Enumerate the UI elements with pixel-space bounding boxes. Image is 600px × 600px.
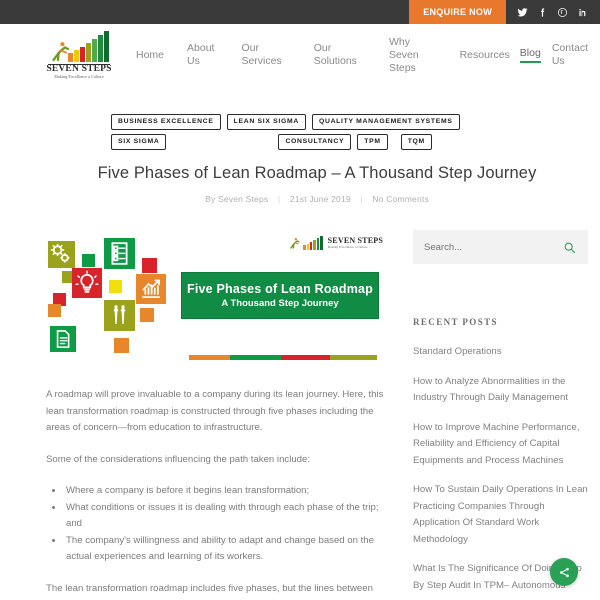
page-title: Five Phases of Lean Roadmap – A Thousand… bbox=[97, 164, 537, 182]
stripe-orange bbox=[189, 355, 231, 360]
featured-image-logo: SEVEN STEPS Making Excellence a Culture bbox=[289, 236, 383, 250]
nav-item-home[interactable]: Home bbox=[136, 49, 164, 62]
enquire-now-button[interactable]: ENQUIRE NOW bbox=[409, 0, 506, 24]
runner-icon bbox=[52, 42, 70, 62]
article-column: SEVEN STEPS Making Excellence a Culture … bbox=[46, 230, 396, 600]
mosaic-tile-orange-small-2 bbox=[140, 308, 154, 322]
list-item[interactable]: How to Improve Machine Performance, Reli… bbox=[413, 420, 588, 470]
mosaic-tile-yellow-small bbox=[109, 280, 122, 293]
banner-title: Five Phases of Lean Roadmap bbox=[186, 282, 373, 296]
mosaic-tile-checklist bbox=[104, 238, 135, 269]
nav-item-why-seven-steps[interactable]: Why Seven Steps bbox=[389, 36, 422, 75]
share-floating-button[interactable] bbox=[550, 558, 578, 586]
post-author: By Seven Steps bbox=[205, 194, 269, 204]
mosaic-tile-red-small-2 bbox=[142, 258, 157, 273]
tag-lean-six-sigma[interactable]: LEAN SIX SIGMA bbox=[226, 114, 306, 130]
tag-six-sigma[interactable]: SIX SIGMA bbox=[111, 134, 167, 150]
icon-mosaic bbox=[48, 238, 168, 360]
mosaic-tile-tools bbox=[104, 300, 135, 331]
stripe-green bbox=[230, 355, 282, 360]
search-icon[interactable] bbox=[561, 239, 577, 255]
post-date: 21st June 2019 bbox=[289, 194, 351, 204]
nav-item-our-services[interactable]: Our Services bbox=[241, 42, 281, 68]
article-paragraph-3: The lean transformation roadmap includes… bbox=[46, 582, 373, 600]
nav-item-our-solutions[interactable]: Our Solutions bbox=[314, 42, 357, 68]
social-links bbox=[506, 0, 600, 24]
nav-item-contact-us[interactable]: Contact Us bbox=[552, 42, 588, 68]
banner-subtitle: A Thousand Step Journey bbox=[221, 298, 339, 309]
search-input[interactable] bbox=[424, 241, 561, 253]
featured-logo-tagline: Making Excellence a Culture bbox=[327, 245, 368, 249]
twitter-icon[interactable] bbox=[512, 0, 532, 24]
pinterest-icon[interactable] bbox=[552, 0, 572, 24]
tag-quality-management-systems[interactable]: QUALITY MANAGEMENT SYSTEMS bbox=[311, 114, 460, 130]
byline-separator-1: | bbox=[277, 194, 281, 204]
mosaic-tile-orange-small bbox=[48, 304, 61, 317]
recent-posts-list: Standard Operations How to Analyze Abnor… bbox=[413, 344, 588, 594]
mosaic-tile-gears bbox=[48, 241, 75, 268]
banner-stripes bbox=[189, 355, 377, 360]
mosaic-tile-bulb bbox=[72, 268, 102, 298]
main-layout: SEVEN STEPS Making Excellence a Culture … bbox=[46, 230, 588, 600]
article-body: A roadmap will prove invaluable to a com… bbox=[46, 387, 391, 600]
article-bullet-list: Where a company is before it begins lean… bbox=[64, 483, 391, 566]
site-logo[interactable]: SEVEN STEPS Making Excellence a Culture bbox=[46, 31, 112, 79]
list-item: The company's willingness and ability to… bbox=[64, 533, 391, 566]
list-item[interactable]: Standard Operations bbox=[413, 344, 588, 361]
mosaic-tile-orange-small-3 bbox=[114, 338, 129, 353]
facebook-icon[interactable] bbox=[532, 0, 552, 24]
page-content: BUSINESS EXCELLENCE LEAN SIX SIGMA QUALI… bbox=[0, 86, 600, 600]
featured-image-banner: Five Phases of Lean Roadmap A Thousand S… bbox=[181, 272, 379, 319]
featured-image: SEVEN STEPS Making Excellence a Culture … bbox=[46, 230, 391, 365]
list-item: Where a company is before it begins lean… bbox=[64, 483, 391, 500]
logo-name: SEVEN STEPS bbox=[46, 64, 112, 74]
top-utility-bar: ENQUIRE NOW bbox=[0, 0, 600, 24]
featured-logo-bars bbox=[303, 236, 323, 250]
post-category-tags: BUSINESS EXCELLENCE LEAN SIX SIGMA QUALI… bbox=[111, 86, 501, 150]
nav-item-resources[interactable]: Resources bbox=[460, 49, 510, 62]
mosaic-tile-green-small bbox=[82, 254, 95, 267]
post-byline: By Seven Steps | 21st June 2019 | No Com… bbox=[46, 194, 588, 204]
tag-consultancy[interactable]: CONSULTANCY bbox=[278, 134, 352, 150]
search-box bbox=[413, 230, 588, 264]
stripe-olive bbox=[329, 355, 377, 360]
logo-bars bbox=[68, 31, 109, 62]
nav-item-blog[interactable]: Blog bbox=[519, 47, 541, 63]
article-paragraph-1: A roadmap will prove invaluable to a com… bbox=[46, 389, 384, 433]
post-comment-count[interactable]: No Comments bbox=[372, 194, 429, 204]
main-navigation: Home About Us Our Services Our Solutions… bbox=[122, 36, 588, 75]
logo-tagline: Making Excellence a Culture bbox=[54, 74, 104, 79]
nav-item-about-us[interactable]: About Us bbox=[187, 42, 214, 68]
runner-icon-small bbox=[290, 237, 300, 249]
list-item[interactable]: How To Sustain Daily Operations In Lean … bbox=[413, 482, 588, 548]
stripe-red bbox=[281, 355, 330, 360]
tag-tqm[interactable]: TQM bbox=[400, 134, 432, 150]
share-icon bbox=[559, 567, 569, 577]
recent-posts-heading: RECENT POSTS bbox=[413, 317, 498, 327]
featured-logo-name: SEVEN STEPS bbox=[327, 236, 383, 245]
byline-separator-2: | bbox=[360, 194, 363, 204]
sidebar-column: RECENT POSTS Standard Operations How to … bbox=[396, 230, 588, 600]
article-paragraph-2: Some of the considerations influencing t… bbox=[46, 453, 311, 465]
linkedin-icon[interactable] bbox=[572, 0, 592, 24]
tag-business-excellence[interactable]: BUSINESS EXCELLENCE bbox=[111, 114, 221, 130]
site-header: SEVEN STEPS Making Excellence a Culture … bbox=[0, 24, 600, 86]
mosaic-tile-growth-chart bbox=[136, 274, 166, 304]
tag-tpm[interactable]: TPM bbox=[357, 134, 388, 150]
mosaic-tile-document bbox=[50, 326, 76, 352]
list-item: What conditions or issues it is dealing … bbox=[64, 500, 391, 533]
list-item[interactable]: How to Analyze Abnormalities in the Indu… bbox=[413, 374, 588, 407]
